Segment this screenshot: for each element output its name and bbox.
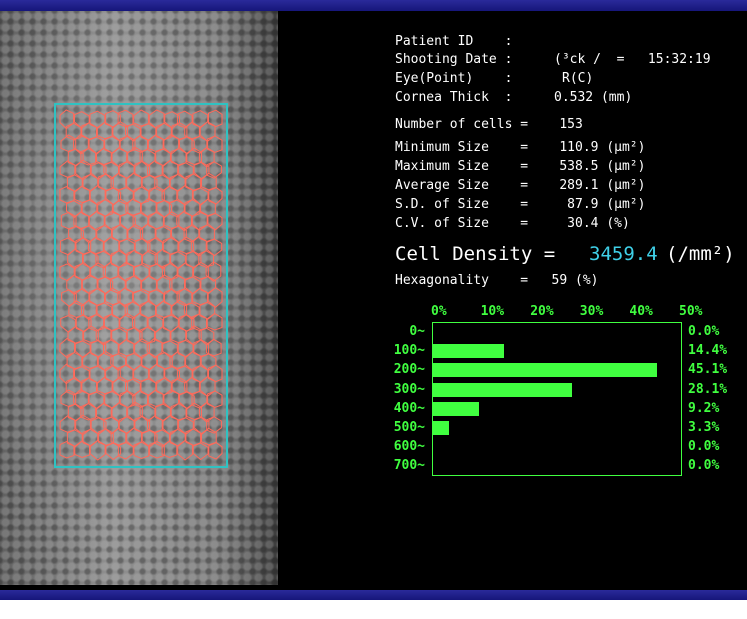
- cell-outline: [208, 442, 223, 460]
- specular-microscope-screen: Patient ID : Shooting Date : (³ck / = 15…: [0, 0, 747, 619]
- bin-label: 600~: [393, 439, 425, 455]
- eye-point-value: R(C): [562, 71, 594, 86]
- cell-outline: [192, 442, 209, 461]
- cell-outline: [133, 364, 149, 382]
- cell-outline: [65, 122, 82, 141]
- bottom-white-band: [0, 600, 747, 619]
- cell-density-label: Cell Density =: [395, 243, 567, 265]
- sd-of-size: S.D. of Size = 87.9 (μm²): [395, 197, 646, 212]
- bin-label: 400~: [393, 400, 425, 416]
- bin-label: 700~: [393, 458, 425, 474]
- maximum-size: Maximum Size = 538.5 (μm²): [395, 159, 646, 174]
- cell-density-value: 3459.4: [589, 243, 658, 265]
- cell-outline: [96, 121, 113, 140]
- cell-outline: [133, 441, 150, 460]
- cell-outline: [59, 160, 76, 178]
- x-tick-label: 10%: [480, 304, 505, 319]
- number-of-cells: Number of cells = 153: [395, 117, 583, 132]
- patient-id-label: Patient ID :: [395, 34, 513, 49]
- histogram-bar: [433, 401, 479, 416]
- cell-outline: [66, 274, 83, 296]
- bin-percent: 0.0%: [688, 324, 720, 339]
- bin-label: 0~: [409, 324, 425, 339]
- histogram-bar: [433, 344, 505, 359]
- cell-outline: [208, 109, 223, 128]
- cell-outline: [206, 312, 223, 331]
- cell-outline: [59, 263, 75, 281]
- cell-outline: [208, 187, 223, 205]
- cell-outline: [96, 402, 112, 421]
- cell-density-unit: (/mm²): [666, 243, 735, 265]
- average-size: Average Size = 289.1 (μm²): [395, 178, 646, 193]
- shooting-date-value: (³ck / = 15:32:19: [554, 52, 711, 67]
- cell-outline: [59, 415, 76, 433]
- cell-outline: [133, 109, 149, 127]
- hexagonality: Hexagonality = 59 (%): [395, 273, 599, 288]
- bin-percent: 45.1%: [688, 362, 728, 378]
- cell-outline: [147, 389, 164, 407]
- bin-percent: 0.0%: [688, 458, 720, 474]
- bin-percent: 9.2%: [688, 400, 720, 416]
- cornea-thick-value: 0.532 (mm): [554, 90, 633, 105]
- bin-percent: 14.4%: [688, 343, 728, 359]
- cell-outline: [96, 376, 113, 395]
- bin-label: 300~: [393, 381, 425, 397]
- cell-outline: [89, 439, 106, 461]
- cv-of-size: C.V. of Size = 30.4 (%): [395, 216, 630, 231]
- histogram-bar: [433, 382, 573, 397]
- x-tick-label: 0%: [431, 304, 447, 319]
- cell-outline: [74, 185, 90, 204]
- cell-outline: [170, 325, 187, 344]
- cell-outline: [59, 186, 75, 204]
- cell-outlines: [59, 109, 223, 461]
- bin-percent: 28.1%: [688, 381, 728, 397]
- histogram-bar: [433, 363, 657, 378]
- bottom-bar: [0, 590, 747, 600]
- cell-outline: [82, 351, 98, 369]
- cell-outline: [207, 212, 223, 231]
- histogram-bar: [433, 421, 450, 435]
- bin-label: 200~: [393, 362, 425, 378]
- bin-label: 500~: [393, 420, 425, 435]
- cell-outline: [59, 237, 76, 256]
- cell-outline: [66, 200, 82, 218]
- x-tick-label: 20%: [530, 304, 554, 319]
- x-tick-label: 40%: [629, 304, 653, 319]
- cell-outline: [147, 134, 164, 152]
- cell-outline: [59, 337, 75, 359]
- cell-outline: [65, 377, 82, 396]
- cell-outline: [208, 364, 223, 383]
- bin-percent: 0.0%: [688, 439, 720, 455]
- cell-outline: [118, 338, 135, 357]
- cornea-thick-label: Cornea Thick :: [395, 90, 513, 105]
- cell-outline: [162, 340, 178, 358]
- bin-label: 100~: [393, 343, 425, 359]
- cell-outline: [177, 439, 193, 461]
- eye-point-label: Eye(Point) :: [395, 71, 513, 86]
- minimum-size: Minimum Size = 110.9 (μm²): [395, 140, 646, 155]
- cell-outline: [141, 274, 157, 293]
- cell-outline: [192, 287, 208, 306]
- cell-outline: [59, 441, 75, 459]
- x-tick-label: 50%: [679, 304, 703, 319]
- cell-outline: [60, 315, 76, 333]
- bin-percent: 3.3%: [688, 420, 720, 435]
- shooting-date-label: Shooting Date :: [395, 52, 513, 67]
- cell-outline: [74, 440, 90, 459]
- x-tick-label: 30%: [579, 304, 604, 319]
- cell-outline: [155, 300, 172, 318]
- cell-outline: [96, 147, 112, 166]
